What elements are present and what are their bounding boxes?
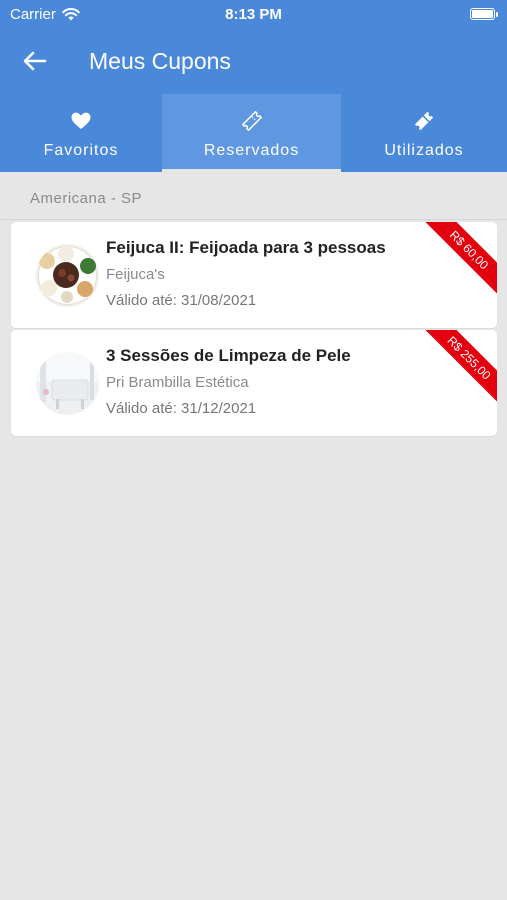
battery-icon bbox=[470, 8, 498, 20]
used-ticket-icon bbox=[413, 110, 435, 132]
tab-favoritos[interactable]: Favoritos bbox=[0, 94, 162, 172]
coupon-merchant: Feijuca's bbox=[106, 266, 165, 283]
app-header: Carrier 8:13 PM Meus Cupons Favoritos Re… bbox=[0, 0, 507, 172]
tab-utilizados[interactable]: Utilizados bbox=[341, 94, 507, 172]
coupon-image bbox=[36, 244, 99, 307]
city-label: Americana - SP bbox=[30, 190, 143, 207]
coupon-title: 3 Sessões de Limpeza de Pele bbox=[106, 346, 351, 365]
back-arrow-icon bbox=[23, 51, 47, 71]
price-ribbon: R$ 255,00 bbox=[421, 330, 497, 406]
coupon-card[interactable]: 3 Sessões de Limpeza de Pele Pri Brambil… bbox=[11, 330, 497, 436]
tab-label: Reservados bbox=[203, 142, 300, 159]
price-ribbon: R$ 60,00 bbox=[421, 222, 497, 298]
coupon-validity: Válido até: 31/08/2021 bbox=[106, 292, 257, 309]
coupon-merchant: Pri Brambilla Estética bbox=[106, 374, 249, 391]
heart-icon bbox=[71, 110, 91, 132]
title-bar: Meus Cupons bbox=[0, 40, 507, 82]
coupon-title: Feijuca II: Feijoada para 3 pessoas bbox=[106, 238, 386, 257]
tab-reservados[interactable]: Reservados bbox=[162, 94, 341, 172]
ticket-icon bbox=[241, 110, 263, 132]
coupon-image bbox=[36, 352, 99, 415]
page-title: Meus Cupons bbox=[89, 48, 231, 74]
divider bbox=[0, 219, 507, 220]
back-button[interactable] bbox=[20, 46, 50, 76]
status-time: 8:13 PM bbox=[225, 6, 282, 23]
tab-label: Utilizados bbox=[384, 142, 464, 159]
tab-label: Favoritos bbox=[43, 142, 119, 159]
coupon-card[interactable]: Feijuca II: Feijoada para 3 pessoas Feij… bbox=[11, 222, 497, 328]
coupon-validity: Válido até: 31/12/2021 bbox=[106, 400, 257, 417]
tab-bar: Favoritos Reservados Utilizados bbox=[0, 94, 507, 172]
status-bar: Carrier 8:13 PM bbox=[0, 0, 507, 30]
